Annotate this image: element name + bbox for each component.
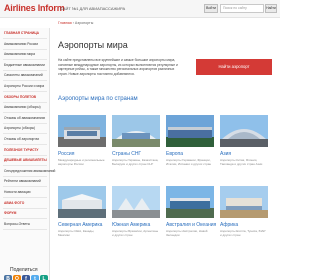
site-slogan: САЙТ №1 ДЛЯ АВИАПАССАЖИРА <box>60 6 126 11</box>
sidebar-item[interactable]: Авиакомпании мира <box>4 52 35 56</box>
airport-photo[interactable] <box>112 186 160 218</box>
section-title[interactable]: Аэропорты мира по странам <box>58 96 138 102</box>
breadcrumb-home-link[interactable]: Главная <box>58 21 72 25</box>
sidebar-divider <box>3 69 47 71</box>
airport-photo[interactable] <box>58 186 106 218</box>
intro-text: На сайте представлены все крупнейшие и с… <box>58 58 178 76</box>
category-link[interactable]: Северная Америка <box>58 222 102 228</box>
category-description: Международные и региональные аэропорты Р… <box>58 158 105 166</box>
sidebar-divider <box>3 218 47 220</box>
twitter-icon[interactable]: t <box>31 275 39 280</box>
odnoklassniki-icon[interactable]: О <box>13 275 21 280</box>
search-button[interactable]: Найти <box>265 4 277 13</box>
category-description: Аэропорты Китая, Японии, Таиланда и друг… <box>220 158 263 166</box>
category-link[interactable]: Африка <box>220 222 238 228</box>
sidebar-item[interactable]: Аэропорты России и мира <box>4 84 44 88</box>
category-description: Аэропорты Австралии, Новой Зеландии <box>166 229 208 237</box>
sidebar-divider <box>3 186 47 188</box>
sidebar-divider <box>3 101 47 103</box>
sidebar-item[interactable]: Аэропорты (обзоры) <box>4 126 35 130</box>
sidebar-item[interactable]: Вопросы-Ответы <box>4 222 30 226</box>
breadcrumb: Главная › Аэропорты <box>58 21 93 25</box>
sidebar-item[interactable]: ГЛАВНАЯ СТРАНИЦА <box>4 31 39 35</box>
sidebar-divider <box>3 133 47 135</box>
sidebar-divider <box>3 48 47 50</box>
sidebar-item[interactable]: Авиакомпании России <box>4 42 38 46</box>
airport-photo[interactable] <box>220 115 268 147</box>
sidebar-item[interactable]: Спецпредложения авиакомпаний <box>4 169 55 173</box>
find-airport-button[interactable]: Найти аэропорт <box>196 59 272 75</box>
sidebar-item[interactable]: АВИА ФОТО <box>4 201 24 205</box>
category-link[interactable]: Страны СНГ <box>112 151 141 157</box>
category-link[interactable]: Европа <box>166 151 183 157</box>
sidebar-item[interactable]: Самолеты авиакомпаний <box>4 73 43 77</box>
sidebar-item[interactable]: Бюджетные авиакомпании <box>4 63 45 67</box>
breadcrumb-current: Аэропорты <box>74 21 94 25</box>
sidebar-item[interactable]: Авиакомпании (обзоры) <box>4 105 41 109</box>
sidebar-divider <box>3 154 47 156</box>
share-title: Поделиться <box>10 267 38 273</box>
sidebar-item[interactable]: ОБЗОРЫ ПОЛЕТОВ <box>4 95 36 99</box>
sidebar-item[interactable]: Рейтинги авиакомпаний <box>4 179 41 183</box>
sidebar-item[interactable]: Новости авиации <box>4 190 31 194</box>
airport-photo[interactable] <box>166 186 214 218</box>
category-description: Аэропорты Бразилии, Аргентины и других с… <box>112 229 159 237</box>
category-description: Аэропорты США, Канады, Мексики <box>58 229 95 237</box>
airport-photo[interactable] <box>166 115 214 147</box>
category-link[interactable]: Россия <box>58 151 74 157</box>
category-link[interactable]: Южная Америка <box>112 222 150 228</box>
category-link[interactable]: Азия <box>220 151 231 157</box>
sidebar-divider <box>3 59 47 61</box>
sidebar-item[interactable]: ПОЛЕЗНОЕ ТУРИСТУ <box>4 148 39 152</box>
sidebar-divider <box>3 38 47 39</box>
sidebar-divider <box>3 207 47 209</box>
airport-photo[interactable] <box>220 186 268 218</box>
site-logo[interactable]: Airlines Inform <box>4 3 65 13</box>
sidebar-divider <box>3 197 47 198</box>
sidebar-item[interactable]: ФОРУМ <box>4 211 16 215</box>
airport-photo[interactable] <box>58 115 106 147</box>
facebook-icon[interactable]: f <box>22 275 30 280</box>
category-description: Аэропорты Германии, Франции, Италии, Исп… <box>166 158 212 166</box>
sidebar-divider <box>3 122 47 124</box>
sidebar-divider <box>3 112 47 114</box>
login-button[interactable]: Войти <box>204 4 218 13</box>
category-description: Аэропорты Египта, Туниса, ЮАР и других с… <box>220 229 266 237</box>
airport-photo[interactable] <box>112 115 160 147</box>
category-link[interactable]: Австралия и Океания <box>166 222 216 228</box>
livejournal-icon[interactable]: L <box>40 275 48 280</box>
sidebar-item[interactable]: Отзывы об аэропортах <box>4 137 39 141</box>
sidebar-divider <box>3 228 47 230</box>
search-input[interactable]: Поиск по сайту <box>220 4 264 13</box>
top-header: Airlines Inform САЙТ №1 ДЛЯ АВИАПАССАЖИР… <box>0 0 280 18</box>
sidebar-divider <box>3 91 47 92</box>
sidebar-divider <box>3 80 47 82</box>
sidebar-divider <box>3 175 47 177</box>
sidebar-divider <box>3 144 47 145</box>
category-description: Аэропорты Украины, Казахстана, Беларуси … <box>112 158 159 166</box>
vk-icon[interactable]: В <box>4 275 12 280</box>
sidebar-item[interactable]: Отзывы об авиакомпаниях <box>4 116 45 120</box>
sidebar-item[interactable]: ДЕШЕВЫЕ АВИАБИЛЕТЫ <box>4 158 47 162</box>
sidebar: Поделиться ГЛАВНАЯ СТРАНИЦА Авиакомпании … <box>0 28 55 280</box>
sidebar-divider <box>3 165 47 167</box>
page-title: Аэропорты мира <box>58 40 128 50</box>
